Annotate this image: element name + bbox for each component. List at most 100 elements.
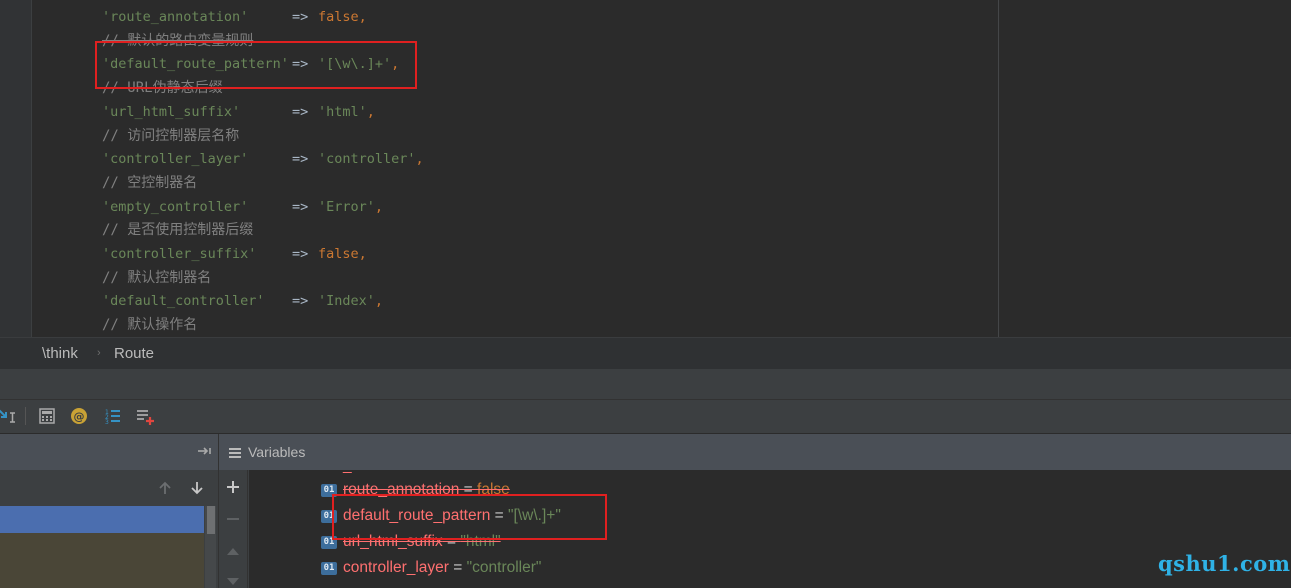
variable-name-text: default_route_pattern [343,507,491,524]
comment-text: // 访问控制器层名称 [102,127,240,144]
config-value: 'controller', [318,148,424,171]
variable-name-text: url_html_suffix [343,533,443,550]
comment-text: // 是否使用控制器后缀 [102,222,254,239]
config-value-text: false [318,9,359,25]
config-key: 'default_controller' [102,293,265,310]
config-value-text: 'Index' [318,293,375,310]
code-comment: // 访问控制器层名称 [102,125,239,148]
variables-header: Variables [218,434,1291,470]
svg-text:@: @ [74,410,85,423]
equals-sign: = [442,533,461,550]
svg-text:3: 3 [105,419,109,426]
equals-sign: = [448,559,467,576]
move-up-icon[interactable] [226,542,240,561]
frames-list-icon[interactable]: 1 2 3 [102,406,122,426]
config-key: 'url_html_suffix' [102,103,241,120]
variables-tree[interactable]: _ 01 route_annotation = false 01 default_ro… [249,470,1291,588]
selected-frame-row[interactable] [0,506,204,533]
comment-text: // 默认控制器名 [102,269,212,286]
frame-list[interactable] [0,533,204,588]
code-comment: // 默认操作名 [102,314,197,337]
comma: , [358,246,367,262]
config-value: false, [318,6,367,29]
primitive-type-icon: 01 [321,510,337,523]
right-margin-guide [998,0,999,337]
assign-arrow: => [292,151,309,168]
breadcrumb-item-class[interactable]: Route [114,338,154,369]
restore-layout-icon[interactable] [135,406,155,426]
config-value-text: '[\w\.]+' [318,56,392,73]
config-value-text: 'html' [318,103,367,120]
assign-arrow: => [292,293,309,310]
variables-list-icon [228,445,242,464]
config-value: 'html', [318,101,375,124]
assign-arrow: => [292,103,309,120]
evaluate-expression-icon[interactable] [37,406,57,426]
variable-value: "[\w\.]+" [508,507,561,524]
config-value-text: 'Error' [318,198,375,215]
comma: , [358,9,367,25]
debug-toolbar: @ 1 2 3 [0,399,1291,433]
frames-navigation [0,470,218,506]
config-key: 'empty_controller' [102,198,249,215]
variable-value: false [477,481,510,498]
comma: , [374,293,384,310]
watch-icon[interactable]: @ [69,406,89,426]
watermark: qshu1.com [1158,551,1291,576]
config-key: 'default_route_pattern' [102,56,289,73]
primitive-type-icon: 01 [321,562,337,575]
comma: , [391,56,400,73]
breadcrumb: \think › Route [0,337,1291,369]
frames-header [0,434,218,470]
remove-watch-icon[interactable] [225,511,241,531]
assign-arrow: => [292,56,309,73]
step-cursor-icon[interactable] [0,406,18,426]
equals-sign: = [490,507,509,524]
comment-text: // 空控制器名 [102,174,198,191]
assign-arrow: => [292,198,309,215]
toolbar-divider [25,407,26,425]
breadcrumb-separator: › [97,347,101,359]
config-value-text: false [318,246,359,262]
variable-name: url_html_suffix = "html" [343,529,501,555]
code-comment: // 是否使用控制器后缀 [102,219,253,242]
assign-arrow: => [292,9,309,25]
variable-name: default_route_pattern = "[\w\.]+" [343,503,561,529]
arrow-up-icon[interactable] [157,480,173,500]
config-value-text: 'controller' [318,151,416,168]
comment-text: // 默认的路由变量规则 [102,32,254,49]
variable-value: "html" [460,533,501,550]
variable-name: route_annotation = false [343,477,510,503]
breadcrumb-item-namespace[interactable]: \think [42,338,78,369]
frames-scrollbar-thumb[interactable] [207,506,215,534]
comma: , [415,151,424,168]
variable-value: "controller" [466,559,542,576]
comma: , [374,198,384,215]
code-comment: // 默认控制器名 [102,267,211,290]
config-key: 'controller_layer' [102,151,249,168]
code-editor[interactable]: 'route_annotation' => false, // 默认的路由变量规则 'd… [0,0,1291,337]
variable-name: controller_layer = "controller" [343,555,541,581]
variables-toolbar [218,470,248,588]
code-comment: // 空控制器名 [102,172,197,195]
variables-title: Variables [248,444,306,460]
arrow-down-icon[interactable] [189,480,205,500]
config-value: '[\w\.]+', [318,53,399,76]
comment-text: // URL伪静态后缀 [102,80,223,97]
variable-name-text: route_annotation [343,481,460,498]
comma: , [366,103,375,120]
comment-text: // 默认操作名 [102,317,198,334]
primitive-type-icon: 01 [321,484,337,497]
config-key: 'route_annotation' [102,9,249,25]
variable-name-text: controller_layer [343,559,449,576]
primitive-type-icon: 01 [321,536,337,549]
debugger-panel: Variables 01 route_annotation = false 01… [0,433,1291,588]
code-comment: // URL伪静态后缀 [102,77,223,100]
editor-gutter[interactable] [0,0,32,337]
clipped-variable-row: _ [343,470,352,476]
panel-divider[interactable] [0,369,1291,399]
config-value: 'Index', [318,290,383,313]
pin-icon[interactable] [196,444,214,463]
move-down-icon[interactable] [226,573,240,588]
add-watch-icon[interactable] [225,479,241,499]
